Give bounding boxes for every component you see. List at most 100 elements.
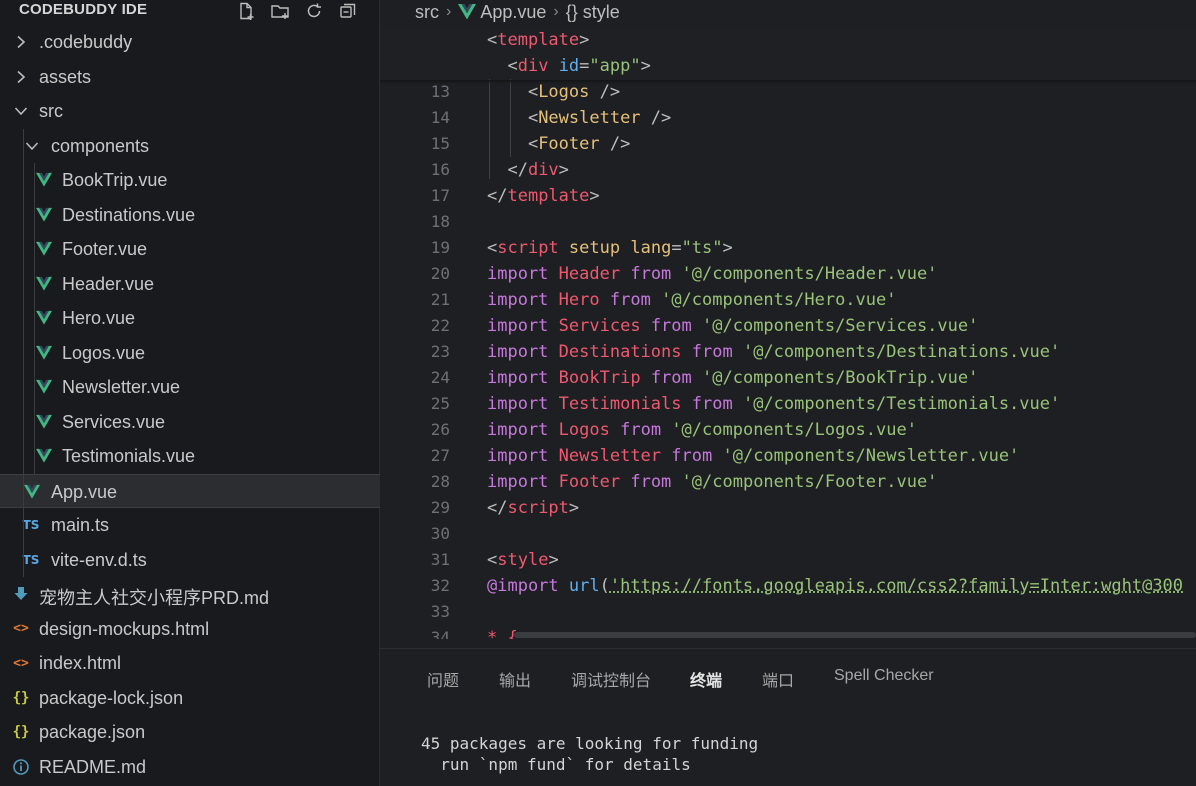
code-line[interactable]: 20 import Header from '@/components/Heade… xyxy=(380,261,1196,287)
code-token: > xyxy=(722,238,733,258)
indent-guide xyxy=(489,79,490,179)
breadcrumb-folder[interactable]: src xyxy=(415,2,439,23)
tree-file-package-json[interactable]: {} package.json xyxy=(0,715,380,749)
code-line[interactable]: 25 import Testimonials from '@/components… xyxy=(380,391,1196,417)
tree-file-design-mockups-html[interactable]: <> design-mockups.html xyxy=(0,612,380,646)
code-text: import Services from '@/components/Servi… xyxy=(487,316,978,336)
tree-item-label: index.html xyxy=(39,653,122,673)
code-line[interactable]: 24 import BookTrip from '@/components/Boo… xyxy=(380,365,1196,391)
code-token: > xyxy=(579,30,590,50)
tree-folder-components[interactable]: components xyxy=(0,129,380,163)
tree-file-index-html[interactable]: <> index.html xyxy=(0,646,380,680)
code-text: @import url('https://fonts.googleapis.co… xyxy=(487,576,1183,596)
code-token: </ xyxy=(487,186,508,206)
code-line[interactable]: 21 import Hero from '@/components/Hero.vu… xyxy=(380,287,1196,313)
terminal-output[interactable]: 45 packages are looking for funding run … xyxy=(421,733,758,775)
code-line[interactable]: 31 <style> xyxy=(380,547,1196,573)
new-file-icon[interactable] xyxy=(233,0,258,22)
sticky-line[interactable]: <template> xyxy=(380,27,1196,53)
tree-file-logos-vue[interactable]: Logos.vue xyxy=(0,336,380,370)
horizontal-scrollbar[interactable] xyxy=(514,632,1196,638)
tree-file-readme-md[interactable]: README.md xyxy=(0,750,380,784)
refresh-icon[interactable] xyxy=(301,0,326,22)
vue-icon xyxy=(36,448,52,464)
tree-file-booktrip-vue[interactable]: BookTrip.vue xyxy=(0,163,380,197)
code-token: import xyxy=(487,316,549,336)
tree-file-vite-env-d-ts[interactable]: TS vite-env.d.ts xyxy=(0,543,380,577)
tree-file-destinations-vue[interactable]: Destinations.vue xyxy=(0,198,380,232)
line-number: 19 xyxy=(430,238,450,257)
indent-guide xyxy=(34,163,35,474)
new-folder-icon[interactable] xyxy=(267,0,292,22)
panel-tab[interactable]: Spell Checker xyxy=(834,667,934,685)
sticky-line[interactable]: <div id="app"> xyxy=(380,53,1196,79)
code-line[interactable]: 19 <script setup lang="ts"> xyxy=(380,235,1196,261)
panel-tab[interactable]: 问题 xyxy=(427,667,459,691)
tree-file-header-vue[interactable]: Header.vue xyxy=(0,267,380,301)
code-token: from xyxy=(630,264,672,284)
tree-item-label: design-mockups.html xyxy=(39,618,210,639)
panel-tab[interactable]: 终端 xyxy=(690,667,722,691)
tree-folder-src[interactable]: src xyxy=(0,94,380,128)
code-line[interactable]: 18 xyxy=(380,209,1196,235)
html-icon: <> xyxy=(13,621,29,636)
tree-file-app-vue[interactable]: App.vue xyxy=(0,473,380,508)
code-line[interactable]: 17 </template> xyxy=(380,183,1196,209)
panel-tab[interactable]: 输出 xyxy=(499,667,531,691)
vue-icon xyxy=(36,276,52,292)
breadcrumb-file[interactable]: App.vue xyxy=(480,2,546,23)
code-text: import BookTrip from '@/components/BookT… xyxy=(487,368,978,388)
tree-item-label: vite-env.d.ts xyxy=(51,549,147,570)
code-line[interactable]: 28 import Footer from '@/components/Foote… xyxy=(380,469,1196,495)
code-token: from xyxy=(630,472,672,492)
code-line[interactable]: 29 </script> xyxy=(380,495,1196,521)
panel-tab[interactable]: 调试控制台 xyxy=(571,667,651,691)
code-line[interactable]: 16 </div> xyxy=(380,157,1196,183)
panel-tab[interactable]: 端口 xyxy=(762,667,794,691)
code-token: '@/components/Hero.vue' xyxy=(661,290,897,310)
code-line[interactable]: 23 import Destinations from '@/components… xyxy=(380,339,1196,365)
code-line[interactable]: 14 <Newsletter /> xyxy=(380,105,1196,131)
code-line[interactable]: 33 xyxy=(380,599,1196,625)
breadcrumb: src › App.vue › {} style xyxy=(415,1,620,23)
line-number: 18 xyxy=(430,212,450,231)
code-token: = xyxy=(579,56,590,76)
code-token: template xyxy=(507,186,590,206)
tree-folder--codebuddy[interactable]: .codebuddy xyxy=(0,25,380,59)
code-token: > xyxy=(548,550,559,570)
tree-file-footer-vue[interactable]: Footer.vue xyxy=(0,232,380,266)
chevron-down-icon xyxy=(13,103,29,119)
code-line[interactable]: 22 import Services from '@/components/Ser… xyxy=(380,313,1196,339)
code-token: Logos xyxy=(538,82,590,102)
line-number: 22 xyxy=(430,316,450,335)
code-line[interactable]: 27 import Newsletter from '@/components/N… xyxy=(380,443,1196,469)
tree-file-hero-vue[interactable]: Hero.vue xyxy=(0,301,380,335)
tree-item-label: Logos.vue xyxy=(62,342,146,363)
tree-file-services-vue[interactable]: Services.vue xyxy=(0,405,380,439)
code-token: < xyxy=(487,82,539,102)
tree-folder-assets[interactable]: assets xyxy=(0,60,380,94)
code-text: <Newsletter /> xyxy=(487,108,671,128)
code-line[interactable]: 30 xyxy=(380,521,1196,547)
collapse-all-icon[interactable] xyxy=(335,0,360,22)
tree-item-label: package-lock.json xyxy=(39,687,184,708)
tree-file-newsletter-vue[interactable]: Newsletter.vue xyxy=(0,370,380,404)
tree-file-testimonials-vue[interactable]: Testimonials.vue xyxy=(0,439,380,473)
code-token: template xyxy=(497,30,580,50)
code-editor[interactable]: src › App.vue › {} style <template> <div… xyxy=(380,0,1196,648)
vue-icon xyxy=(36,379,52,395)
code-token: from xyxy=(650,368,692,388)
tree-file-package-lock-json[interactable]: {} package-lock.json xyxy=(0,681,380,715)
code-line[interactable]: 15 <Footer /> xyxy=(380,131,1196,157)
code-line[interactable]: 26 import Logos from '@/components/Logos.… xyxy=(380,417,1196,443)
breadcrumb-symbol[interactable]: {} style xyxy=(566,2,620,23)
tree-file-main-ts[interactable]: TS main.ts xyxy=(0,508,380,542)
code-token: setup xyxy=(568,238,621,258)
tree-file--prd-md[interactable]: 宠物主人社交小程序PRD.md xyxy=(0,577,380,611)
code-line[interactable]: 32 @import url('https://fonts.googleapis.… xyxy=(380,573,1196,599)
